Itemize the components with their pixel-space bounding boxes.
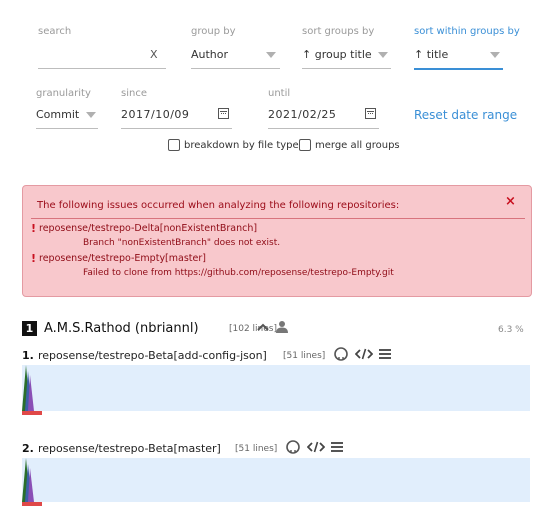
granularity-value: Commit <box>36 108 80 121</box>
error-heading: The following issues occurred when analy… <box>37 200 400 211</box>
group-by-select[interactable]: Author <box>191 40 280 68</box>
sort-groups-value: ↑ group title <box>302 48 372 61</box>
contribution-bar <box>22 502 42 506</box>
sort-within-value: ↑ title <box>414 48 449 61</box>
calendar-icon[interactable] <box>218 108 229 119</box>
repo-index: 2. <box>22 442 34 455</box>
reset-date-range-link[interactable]: Reset date range <box>414 108 517 122</box>
until-label: until <box>268 88 291 99</box>
chevron-down-icon <box>378 52 388 58</box>
warning-icon: ! <box>31 222 37 235</box>
calendar-icon[interactable] <box>365 108 376 119</box>
repo-title[interactable]: reposense/testrepo-Beta[master] <box>38 442 221 455</box>
until-underline <box>268 128 379 129</box>
ramp-slice <box>22 365 34 411</box>
repo-title[interactable]: reposense/testrepo-Beta[add-config-json] <box>38 349 267 362</box>
repo-line-count: [51 lines] <box>283 351 326 361</box>
since-value: 2017/10/09 <box>121 108 190 121</box>
group-by-label: group by <box>191 26 236 37</box>
chevron-down-icon <box>490 52 500 58</box>
error-repo-name: reposense/testrepo-Empty[master] <box>39 253 206 264</box>
sort-within-label: sort within groups by <box>414 26 520 37</box>
granularity-underline <box>36 128 98 129</box>
ramp-slice <box>22 458 34 502</box>
granularity-select[interactable]: Commit <box>36 102 98 128</box>
code-icon[interactable] <box>355 348 373 360</box>
ramp-chart <box>22 365 530 411</box>
search-clear-button[interactable]: X <box>150 48 158 61</box>
since-underline <box>121 128 232 129</box>
code-icon[interactable] <box>307 441 325 453</box>
chevron-down-icon <box>266 52 276 58</box>
group-by-underline <box>191 68 280 69</box>
until-date-input[interactable]: 2021/02/25 <box>268 102 379 128</box>
sort-groups-label: sort groups by <box>302 26 375 37</box>
search-label: search <box>38 26 72 37</box>
rank-badge: 1 <box>22 321 37 336</box>
since-date-input[interactable]: 2017/10/09 <box>121 102 232 128</box>
group-by-value: Author <box>191 48 229 61</box>
search-input[interactable] <box>38 40 166 68</box>
repo-index: 1. <box>22 349 34 362</box>
sort-groups-underline <box>302 68 391 69</box>
chevron-up-icon[interactable] <box>256 322 270 332</box>
sort-within-select[interactable]: ↑ title <box>414 40 503 68</box>
merge-groups-label: merge all groups <box>315 140 400 151</box>
contribution-bar <box>22 411 42 415</box>
error-message: Branch "nonExistentBranch" does not exis… <box>83 238 281 248</box>
error-alert: The following issues occurred when analy… <box>22 185 532 297</box>
until-value: 2021/02/25 <box>268 108 337 121</box>
github-icon[interactable] <box>334 347 348 361</box>
search-underline <box>38 68 166 69</box>
contribution-percent: 6.3 % <box>498 325 524 335</box>
sort-groups-select[interactable]: ↑ group title <box>302 40 391 68</box>
granularity-label: granularity <box>36 88 91 99</box>
repo-line-count: [51 lines] <box>235 444 278 454</box>
since-label: since <box>121 88 147 99</box>
user-icon[interactable] <box>276 320 288 333</box>
breakdown-label: breakdown by file type <box>184 140 299 151</box>
list-icon[interactable] <box>379 348 391 360</box>
error-repo-name: reposense/testrepo-Delta[nonExistentBran… <box>39 223 258 234</box>
chevron-down-icon <box>86 112 96 118</box>
warning-icon: ! <box>31 252 37 265</box>
ramp-chart <box>22 458 530 502</box>
breakdown-checkbox[interactable] <box>168 139 180 151</box>
error-divider <box>31 218 525 219</box>
list-icon[interactable] <box>331 441 343 453</box>
close-icon[interactable]: × <box>505 194 516 209</box>
error-message: Failed to clone from https://github.com/… <box>83 268 394 278</box>
author-name[interactable]: A.M.S.Rathod (nbriannl) <box>44 321 199 336</box>
merge-groups-checkbox[interactable] <box>299 139 311 151</box>
github-icon[interactable] <box>286 440 300 454</box>
sort-within-underline <box>414 68 503 70</box>
